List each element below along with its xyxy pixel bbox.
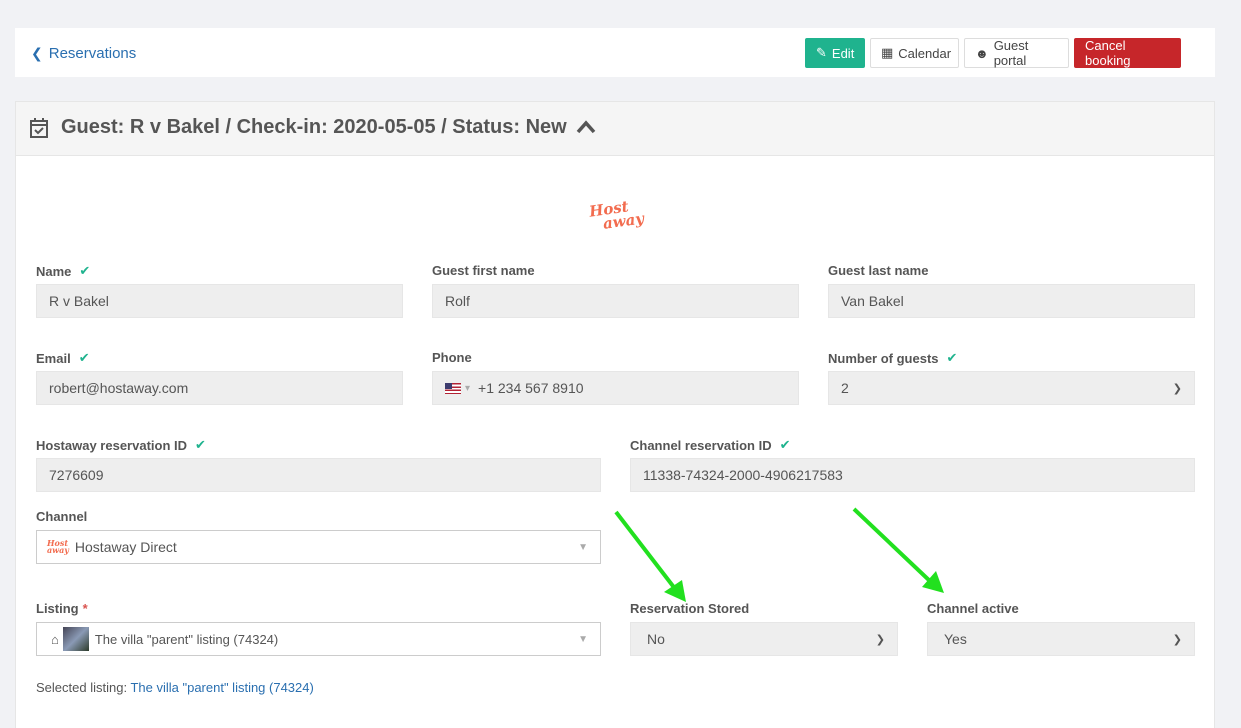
back-to-reservations-link[interactable]: ❮ Reservations	[31, 45, 136, 62]
user-icon: ☻	[975, 45, 989, 61]
calendar-button[interactable]: ▦ Calendar	[870, 38, 959, 68]
annotation-arrow-active	[852, 507, 944, 593]
channel-select[interactable]: Host away Hostaway Direct ▼	[36, 530, 601, 564]
home-icon: ⌂	[51, 631, 59, 647]
selected-listing-link[interactable]: The villa "parent" listing (74324)	[130, 680, 313, 695]
panel-header[interactable]: Guest: R v Bakel / Check-in: 2020-05-05 …	[16, 102, 1214, 156]
chevron-left-icon: ❮	[31, 45, 43, 61]
chevron-down-icon: ❯	[1172, 633, 1182, 646]
hostaway-logo: Host away	[588, 197, 646, 233]
cancel-booking-button[interactable]: Cancel booking	[1074, 38, 1181, 68]
hostaway-mini-logo: Host away	[47, 538, 69, 555]
check-icon: ✔	[78, 350, 90, 365]
check-icon: ✔	[946, 350, 958, 365]
reservation-stored-select[interactable]: No ❯	[630, 622, 898, 656]
selected-listing-text: Selected listing: The villa "parent" lis…	[36, 680, 314, 695]
calendar-button-label: Calendar	[898, 45, 952, 61]
annotation-arrow-stored	[614, 510, 686, 602]
listing-thumbnail	[62, 627, 89, 651]
chevron-down-icon: ❯	[875, 633, 885, 646]
channel-id-field[interactable]: 11338-74324-2000-4906217583	[630, 458, 1195, 492]
channel-label: Channel	[36, 509, 88, 524]
check-icon: ✔	[79, 263, 91, 278]
channel-id-label: Channel reservation ID ✔	[630, 437, 791, 453]
email-field[interactable]: robert@hostaway.com	[36, 371, 403, 405]
calendar-check-icon	[30, 118, 48, 138]
caret-down-icon: ▾	[465, 382, 471, 394]
channel-active-label: Channel active	[927, 601, 1019, 616]
guests-label: Number of guests ✔	[828, 350, 958, 366]
listing-label: Listing *	[36, 601, 88, 616]
us-flag-icon[interactable]	[445, 382, 461, 394]
check-icon: ✔	[779, 437, 791, 452]
channel-active-select[interactable]: Yes ❯	[927, 622, 1195, 656]
phone-label: Phone	[432, 350, 472, 365]
email-label: Email ✔	[36, 350, 90, 366]
cancel-booking-button-label: Cancel booking	[1085, 38, 1131, 68]
first-name-field[interactable]: Rolf	[432, 284, 799, 318]
calendar-icon: ▦	[881, 45, 894, 60]
hostaway-id-label: Hostaway reservation ID ✔	[36, 437, 206, 453]
check-icon: ✔	[195, 437, 206, 452]
guest-portal-button[interactable]: ☻ Guest portal	[964, 38, 1069, 68]
hostaway-id-field[interactable]: 7276609	[36, 458, 601, 492]
edit-button[interactable]: ✎ Edit	[805, 38, 865, 68]
edit-button-label: Edit	[831, 45, 855, 61]
caret-down-icon: ▼	[578, 541, 588, 553]
top-bar: ❮ Reservations ✎ Edit ▦ Calendar ☻ Guest…	[15, 28, 1215, 77]
edit-icon: ✎	[816, 45, 827, 60]
listing-select[interactable]: ⌂ The villa "parent" listing (74324) ▼	[36, 622, 601, 656]
chevron-down-icon: ❯	[1172, 382, 1182, 395]
name-label: Name ✔	[36, 263, 91, 279]
phone-field[interactable]: ▾ +1 234 567 8910	[432, 371, 799, 405]
back-link-label: Reservations	[48, 45, 137, 62]
first-name-label: Guest first name	[432, 263, 535, 278]
caret-down-icon: ▼	[578, 633, 588, 645]
last-name-field[interactable]: Van Bakel	[828, 284, 1195, 318]
reservation-panel: Guest: R v Bakel / Check-in: 2020-05-05 …	[15, 101, 1215, 728]
guest-portal-button-label: Guest portal	[993, 38, 1029, 68]
name-field[interactable]: R v Bakel	[36, 284, 403, 318]
guests-select[interactable]: 2 ❯	[828, 371, 1195, 405]
chevron-up-icon[interactable]	[576, 120, 596, 134]
last-name-label: Guest last name	[828, 263, 929, 278]
panel-title: Guest: R v Bakel / Check-in: 2020-05-05 …	[61, 116, 567, 138]
